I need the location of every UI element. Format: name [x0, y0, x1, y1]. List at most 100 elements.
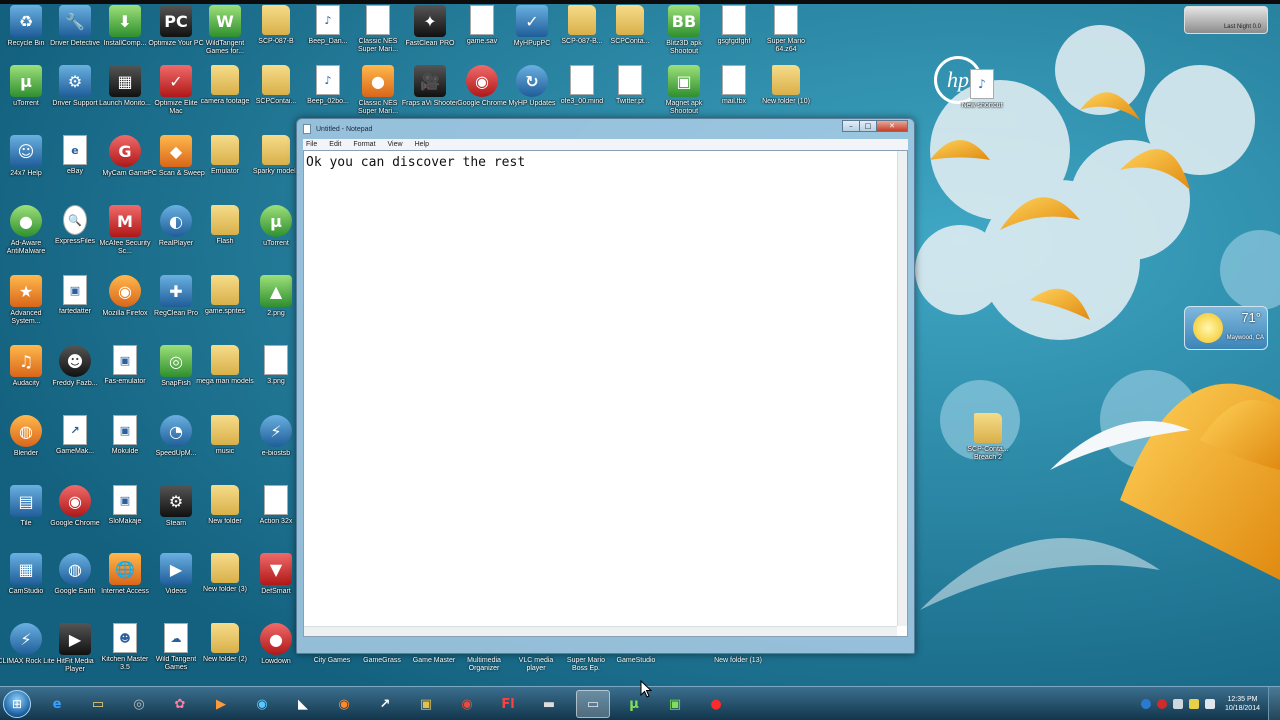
maximize-button[interactable]: □ — [859, 120, 877, 132]
desktop-icon[interactable]: New folder — [199, 482, 251, 544]
desktop-icon[interactable]: ▼ DefSmart — [250, 550, 302, 612]
help-icon[interactable] — [1140, 699, 1151, 709]
desktop-icon[interactable]: PC Optimize Your PC — [148, 2, 204, 64]
horizontal-scrollbar[interactable] — [304, 626, 897, 636]
desktop-icon[interactable]: 🌐 Internet Access — [99, 550, 151, 612]
recorder-icon[interactable]: ● — [699, 690, 733, 718]
minimize-button[interactable]: – — [842, 120, 860, 132]
desktop-icon[interactable]: ● Classic NES Super Mari... — [352, 62, 404, 124]
hp-icon[interactable]: ◉ — [245, 690, 279, 718]
desktop-icon[interactable]: camera footage — [199, 62, 251, 124]
menu-view[interactable]: View — [388, 141, 403, 148]
media-player-icon[interactable]: ▶ — [204, 690, 238, 718]
desktop-icon[interactable]: ◐ RealPlayer — [150, 202, 202, 264]
desktop-icon[interactable]: Emulator — [199, 132, 251, 194]
firefox-icon[interactable]: ◉ — [327, 690, 361, 718]
desktop-icon[interactable]: SCP-087-B... — [556, 2, 608, 64]
desktop-icon-new-shortcut[interactable]: ♪ New shortcut — [956, 66, 1008, 128]
shortcut-icon[interactable]: ▣ — [658, 690, 692, 718]
desktop-icon[interactable]: ↻ MyHP Updates — [506, 62, 558, 124]
menu-help[interactable]: Help — [415, 141, 429, 148]
desktop-icon[interactable]: ▣ Magnet apk Shootout — [658, 62, 710, 124]
security-icon[interactable] — [1156, 699, 1167, 709]
desktop-icon[interactable]: ★ Advanced System... — [0, 272, 52, 334]
desktop-icon[interactable]: ♪ Beep_02bo... — [302, 62, 354, 124]
desktop-icon[interactable]: W WildTangent Games for... — [199, 2, 251, 64]
weather-gadget[interactable]: 71° Maywood, CA — [1184, 306, 1268, 350]
desktop-icon[interactable]: Twitter.pt — [604, 62, 656, 124]
desktop-icon[interactable]: ● Ad-Aware AntiMalware — [0, 202, 52, 264]
desktop-icon[interactable]: ● Lowdown — [250, 620, 302, 682]
desktop-icon[interactable]: SCPConta... — [604, 2, 656, 64]
desktop-icon[interactable]: ▤ Tile — [0, 482, 52, 544]
flag-icon[interactable] — [1188, 699, 1199, 709]
desktop-icon[interactable]: game.sprites — [199, 272, 251, 334]
desktop-icon[interactable]: ☁ Wild Tangent Games — [150, 620, 202, 682]
desktop-icon[interactable]: 🎥 Fraps aVi Shooter — [402, 62, 458, 124]
app-icon[interactable]: ◣ — [286, 690, 320, 718]
desktop-icon-label[interactable]: New folder (13) — [712, 657, 764, 665]
desktop-icon[interactable]: ▶ Videos — [150, 550, 202, 612]
desktop-icon[interactable]: µ uTorrent — [250, 202, 302, 264]
taskbar-clock[interactable]: 12:35 PM 10/18/2014 — [1225, 695, 1260, 713]
desktop-icon[interactable]: ✦ FastClean PRO — [404, 2, 456, 64]
desktop-icon[interactable]: BB Blitz3D apk Shootout — [658, 2, 710, 64]
desktop-icon[interactable]: ▣ SloMakaje — [99, 482, 151, 544]
desktop-icon[interactable]: ◉ Google Chrome — [456, 62, 508, 124]
desktop-icon[interactable]: ◉ Mozilla Firefox — [99, 272, 151, 334]
desktop-icon[interactable]: ◔ SpeedUpM... — [150, 412, 202, 474]
desktop-icon[interactable]: e eBay — [49, 132, 101, 194]
notepad-icon[interactable]: ▭ — [576, 690, 610, 718]
desktop-icon[interactable]: Super Mario 64.z64 — [760, 2, 812, 64]
desktop-icon[interactable]: ♫ Audacity — [0, 342, 52, 404]
desktop-icon[interactable]: ✓ MyHPupPC — [506, 2, 558, 64]
desktop-icon[interactable]: SCPContai... — [250, 62, 302, 124]
desktop-icon[interactable]: ◍ Blender — [0, 412, 52, 474]
desktop-icon[interactable]: mega man models — [196, 342, 254, 404]
paint-icon[interactable]: ✿ — [163, 690, 197, 718]
desktop-icon[interactable]: Action 32x — [250, 482, 302, 544]
desktop-icon-label[interactable]: Game Master — [408, 657, 460, 665]
desktop-icon[interactable]: ♪ Beep_Dan... — [302, 2, 354, 64]
desktop-icon[interactable]: 3.png — [250, 342, 302, 404]
show-desktop-button[interactable] — [1268, 687, 1280, 720]
internet-explorer-icon[interactable]: e — [40, 690, 74, 718]
desktop-icon[interactable]: ◍ Google Earth — [49, 550, 101, 612]
desktop-icon[interactable]: 🔧 Driver Detective — [49, 2, 101, 64]
desktop-icon[interactable]: ▦ CamStudio — [0, 550, 52, 612]
desktop-icon[interactable]: Sparky models — [250, 132, 302, 194]
desktop-icon[interactable]: ▲ 2.png — [250, 272, 302, 334]
desktop-icon[interactable]: ofe3_00.mind — [556, 62, 608, 124]
menu-file[interactable]: File — [306, 141, 317, 148]
close-button[interactable]: ✕ — [876, 120, 908, 132]
gamemaker-icon[interactable]: ↗ — [368, 690, 402, 718]
keyboard-icon[interactable]: ▬ — [532, 690, 566, 718]
desktop-icon[interactable]: New folder (3) — [199, 550, 251, 612]
notepad-titlebar[interactable]: Untitled - Notepad – □ ✕ — [297, 119, 914, 139]
desktop-icon[interactable]: ◎ SnapFish — [150, 342, 202, 404]
desktop-icon[interactable]: ↗ GameMak... — [49, 412, 101, 474]
volume-icon[interactable] — [1204, 699, 1215, 709]
desktop-icon-label[interactable]: Super Mario Boss Ep. — [560, 657, 612, 673]
desktop-icon[interactable]: ⬇ InstallComp... — [99, 2, 151, 64]
desktop-icon[interactable]: ▶ HitFit Media Player — [49, 620, 101, 682]
desktop-icon[interactable]: SCP-087-B — [250, 2, 302, 64]
network-icon[interactable] — [1172, 699, 1183, 709]
app-icon[interactable]: ▣ — [409, 690, 443, 718]
chrome-icon[interactable]: ◉ — [450, 690, 484, 718]
desktop-icon[interactable]: µ uTorrent — [0, 62, 52, 124]
desktop-icon[interactable]: G MyCam Game — [99, 132, 151, 194]
text-editor[interactable]: Ok you can discover the rest — [303, 150, 908, 637]
desktop-icon[interactable]: New folder (10) — [760, 62, 812, 124]
menu-format[interactable]: Format — [353, 141, 375, 148]
menu-edit[interactable]: Edit — [329, 141, 341, 148]
desktop-icon[interactable]: ✓ Optimize Elite Mac — [150, 62, 202, 124]
desktop-icon[interactable]: 🔍 ExpressFiles — [49, 202, 101, 264]
desktop-icon-label[interactable]: Multimedia Organizer — [458, 657, 510, 673]
desktop-icon[interactable]: ♻ Recycle Bin — [0, 2, 52, 64]
desktop-icon[interactable]: ☻ Freddy Fazb... — [49, 342, 101, 404]
desktop-icon[interactable]: ▣ fartedatter — [49, 272, 101, 334]
desktop-icon[interactable]: ☻ Kitchen Master 3.5 — [99, 620, 151, 682]
desktop-icon[interactable]: ⚙ Driver Support — [49, 62, 101, 124]
desktop-icon[interactable]: ✚ RegClean Pro — [150, 272, 202, 334]
